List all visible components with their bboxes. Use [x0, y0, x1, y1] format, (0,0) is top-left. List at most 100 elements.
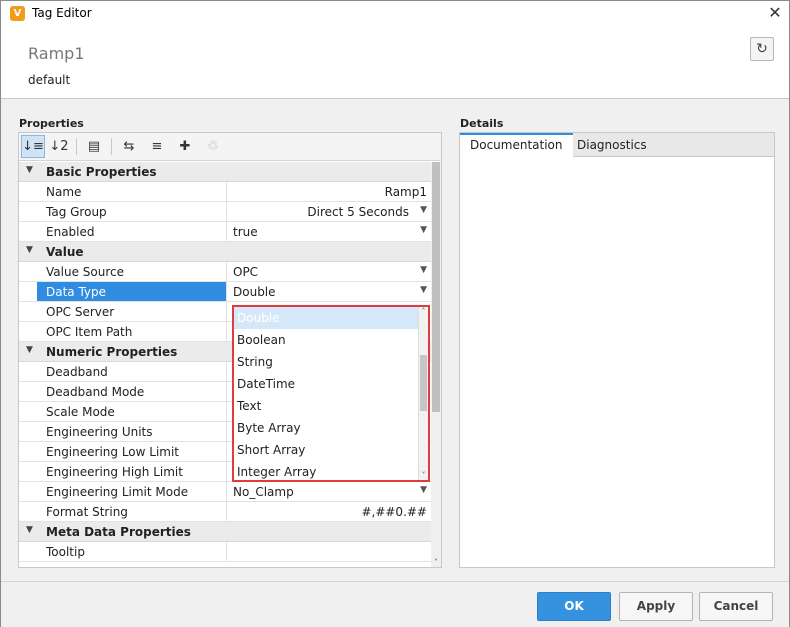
scroll-up-icon[interactable]: ˄ — [419, 307, 428, 316]
scroll-down-icon[interactable]: ˅ — [419, 471, 428, 480]
dropdown-arrow-icon[interactable]: ▼ — [420, 225, 427, 235]
property-row[interactable]: Name Ramp1 — [19, 182, 431, 202]
sort-category-icon: ↓≡ — [22, 139, 44, 154]
property-name: Format String — [46, 505, 128, 519]
details-panel: Documentation Diagnostics — [459, 132, 775, 568]
property-value-cell[interactable]: true ▼ — [226, 222, 431, 241]
property-row[interactable]: Enabled true ▼ — [19, 222, 431, 242]
cancel-button[interactable]: Cancel — [699, 592, 773, 621]
category-row[interactable]: ▼ Meta Data Properties — [19, 522, 431, 542]
sort-alpha-icon: ↓2 — [49, 139, 69, 154]
collapse-all-icon: ≡ — [151, 139, 163, 154]
property-name: Deadband Mode — [46, 385, 145, 399]
add-property-button[interactable]: ✚ — [173, 135, 197, 158]
dropdown-scrollbar[interactable]: ˄ ˅ — [418, 307, 428, 480]
property-value: Direct 5 Seconds — [307, 205, 409, 219]
expand-all-icon: ⇆ — [123, 139, 135, 154]
property-value-cell[interactable]: OPC ▼ — [226, 262, 431, 281]
property-value: OPC — [233, 265, 259, 279]
tag-header: Ramp1 default ↻ — [1, 27, 789, 99]
property-row[interactable]: Tooltip — [19, 542, 431, 562]
property-name: Deadband — [46, 365, 108, 379]
property-name: Tag Group — [46, 205, 107, 219]
trash-icon: ♲ — [207, 139, 219, 154]
scrollbar-thumb[interactable] — [432, 162, 440, 412]
apply-button[interactable]: Apply — [619, 592, 693, 621]
scrollbar-thumb[interactable] — [420, 355, 427, 411]
dropdown-option[interactable]: Text — [234, 395, 418, 417]
dropdown-option[interactable]: Byte Array — [234, 417, 418, 439]
property-value-cell[interactable] — [226, 542, 431, 561]
ok-button[interactable]: OK — [537, 592, 611, 621]
property-value-cell[interactable]: #,##0.## — [226, 502, 431, 521]
tab-diagnostics[interactable]: Diagnostics — [567, 133, 657, 157]
dropdown-option[interactable]: String — [234, 351, 418, 373]
category-label: Value — [46, 245, 84, 259]
details-label: Details — [460, 117, 504, 130]
sort-alpha-button[interactable]: ↓2 — [47, 135, 71, 158]
property-value-cell[interactable]: Ramp1 — [226, 182, 431, 201]
property-value: No_Clamp — [233, 485, 294, 499]
property-name: Name — [46, 185, 82, 199]
collapse-caret-icon[interactable]: ▼ — [26, 245, 33, 255]
title-bar: V Tag Editor ✕ — [1, 1, 789, 27]
dropdown-option[interactable]: Boolean — [234, 329, 418, 351]
category-label: Basic Properties — [46, 165, 157, 179]
dropdown-arrow-icon[interactable]: ▼ — [420, 205, 427, 215]
toolbar-divider — [76, 138, 77, 155]
property-name: Engineering Limit Mode — [46, 485, 189, 499]
property-row[interactable]: Value Source OPC ▼ — [19, 262, 431, 282]
collapse-caret-icon[interactable]: ▼ — [26, 525, 33, 535]
property-value: Ramp1 — [384, 185, 427, 199]
properties-scrollbar[interactable]: ˅ — [431, 162, 441, 567]
property-name: OPC Item Path — [46, 325, 133, 339]
dropdown-option[interactable]: Double — [234, 307, 418, 329]
dropdown-arrow-icon[interactable]: ▼ — [420, 265, 427, 275]
property-row[interactable]: Format String #,##0.## — [19, 502, 431, 522]
property-value-cell[interactable]: Double ▼ — [226, 282, 431, 301]
refresh-icon: ↻ — [756, 41, 768, 57]
category-row[interactable]: ▼ Basic Properties — [19, 162, 431, 182]
add-icon: ✚ — [179, 139, 191, 154]
collapse-all-button[interactable]: ≡ — [145, 135, 169, 158]
property-value: Double — [233, 285, 276, 299]
property-name: Engineering High Limit — [46, 465, 183, 479]
dialog-footer: OK Apply Cancel — [1, 581, 789, 627]
window-title: Tag Editor — [32, 6, 92, 20]
data-type-dropdown[interactable]: Double Boolean String DateTime Text Byte Arra… — [232, 305, 430, 482]
properties-label: Properties — [19, 117, 84, 130]
edit-list-button[interactable]: ▤ — [82, 135, 106, 158]
dropdown-option[interactable]: DateTime — [234, 373, 418, 395]
dropdown-option[interactable]: Integer Array — [234, 461, 418, 483]
property-name: Data Type — [46, 285, 107, 299]
property-value: #,##0.## — [361, 505, 427, 519]
property-row[interactable]: Data Type Double ▼ — [19, 282, 431, 302]
property-name: Value Source — [46, 265, 124, 279]
category-row[interactable]: ▼ Value — [19, 242, 431, 262]
dropdown-option[interactable]: Short Array — [234, 439, 418, 461]
property-name: Engineering Low Limit — [46, 445, 180, 459]
delete-property-button[interactable]: ♲ — [201, 135, 225, 158]
tag-name: Ramp1 — [28, 44, 85, 63]
property-value: true — [233, 225, 258, 239]
tab-documentation[interactable]: Documentation — [460, 133, 573, 158]
sort-category-button[interactable]: ↓≡ — [21, 135, 45, 158]
property-value-cell[interactable]: No_Clamp ▼ — [226, 482, 431, 501]
property-name: Scale Mode — [46, 405, 115, 419]
scroll-down-icon[interactable]: ˅ — [431, 558, 441, 567]
collapse-caret-icon[interactable]: ▼ — [26, 345, 33, 355]
dropdown-arrow-icon[interactable]: ▼ — [420, 285, 427, 295]
property-row[interactable]: Engineering Limit Mode No_Clamp ▼ — [19, 482, 431, 502]
tag-provider: default — [28, 73, 71, 87]
category-label: Meta Data Properties — [46, 525, 191, 539]
collapse-caret-icon[interactable]: ▼ — [26, 165, 33, 175]
property-value-cell[interactable]: Direct 5 Seconds ▼ — [226, 202, 431, 221]
property-row[interactable]: Tag Group Direct 5 Seconds ▼ — [19, 202, 431, 222]
expand-all-button[interactable]: ⇆ — [117, 135, 141, 158]
tag-editor-window: V Tag Editor ✕ Ramp1 default ↻ Propertie… — [0, 0, 790, 627]
close-icon[interactable]: ✕ — [765, 3, 785, 23]
dropdown-arrow-icon[interactable]: ▼ — [420, 485, 427, 495]
refresh-button[interactable]: ↻ — [750, 37, 774, 61]
details-tabs: Documentation Diagnostics — [460, 133, 774, 158]
edit-list-icon: ▤ — [87, 139, 101, 154]
